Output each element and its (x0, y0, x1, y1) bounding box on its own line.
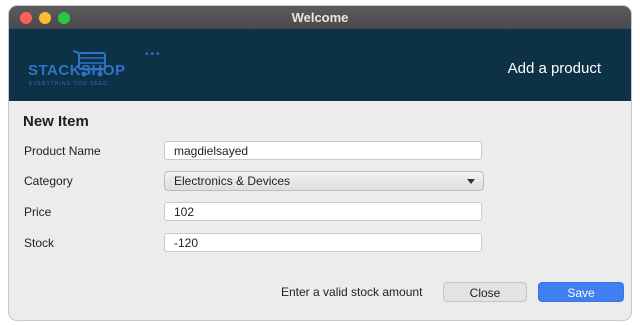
logo-text: STACKSHOP (28, 62, 126, 79)
category-label: Category (24, 174, 73, 188)
stock-label: Stock (24, 236, 55, 250)
app-window: Welcome ••• STACKSHOP EVERYTHING YOU NEE… (9, 6, 631, 320)
product-name-label: Product Name (24, 144, 101, 158)
stock-input[interactable] (164, 233, 482, 252)
price-input[interactable] (164, 202, 482, 221)
title-bar: Welcome (9, 6, 631, 29)
page-heading: Add a product (507, 60, 601, 77)
form-title: New Item (23, 113, 89, 130)
header-banner: ••• STACKSHOP EVERYTHING YOU NEED Add a … (9, 29, 631, 101)
validation-message: Enter a valid stock amount (281, 285, 423, 299)
logo-tagline: EVERYTHING YOU NEED (29, 81, 108, 87)
stackshop-logo: ••• STACKSHOP EVERYTHING YOU NEED (23, 49, 173, 94)
close-button[interactable]: Close (443, 282, 527, 302)
logo-dots: ••• (145, 49, 162, 60)
product-name-input[interactable] (164, 141, 482, 160)
chevron-down-icon (467, 179, 475, 184)
window-title: Welcome (291, 10, 349, 25)
category-selected-value: Electronics & Devices (174, 174, 291, 188)
category-select[interactable]: Electronics & Devices (164, 171, 484, 191)
price-label: Price (24, 205, 52, 219)
save-button[interactable]: Save (538, 282, 624, 302)
